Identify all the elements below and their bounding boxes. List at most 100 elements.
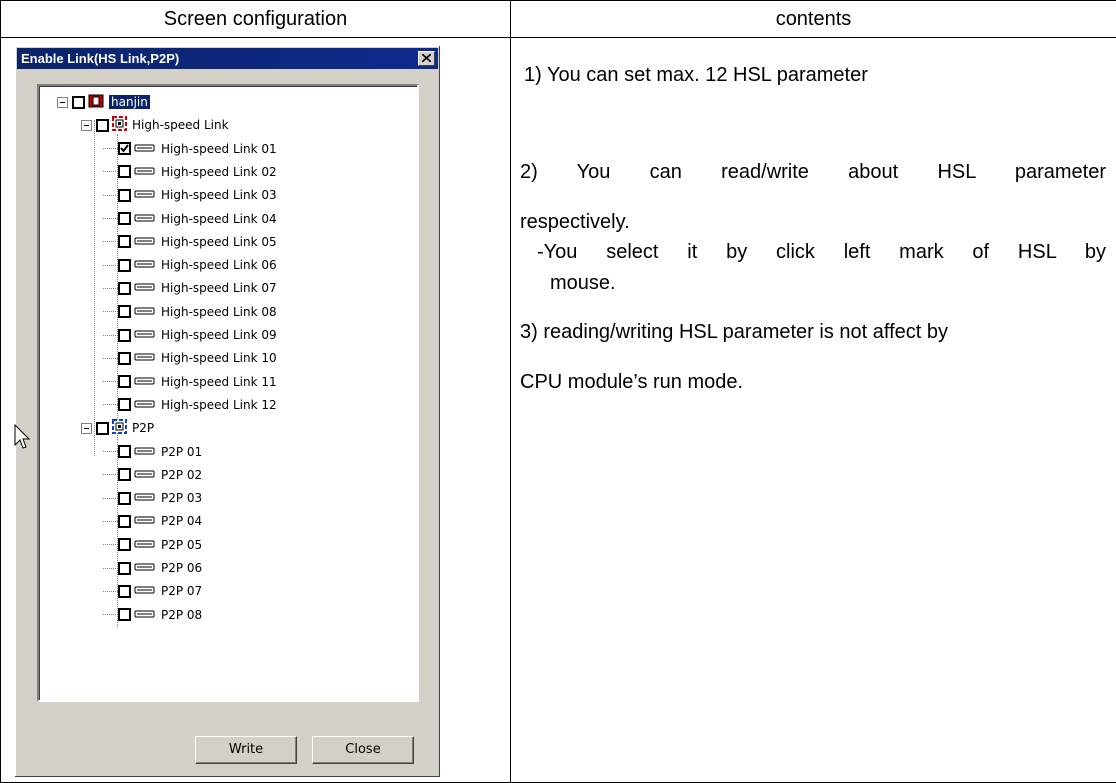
tree-item-hsl[interactable]: High-speed Link 11 <box>103 371 277 393</box>
link-icon <box>134 212 156 226</box>
checkbox[interactable] <box>118 584 131 598</box>
tree-item-hsl[interactable]: High-speed Link 05 <box>103 231 277 253</box>
tree-item-p2p-entry[interactable]: P2P 04 <box>103 510 202 532</box>
link-icon <box>134 491 156 505</box>
checkbox[interactable] <box>118 235 131 249</box>
tree-branch <box>103 544 118 546</box>
checkbox[interactable] <box>118 445 131 458</box>
tree-item-label: P2P 05 <box>161 537 203 552</box>
checkbox[interactable] <box>118 608 131 622</box>
checkbox[interactable] <box>118 468 131 482</box>
tree-branch <box>103 241 118 243</box>
tree-item-root[interactable]: hanjin <box>57 91 150 113</box>
link-icon <box>134 538 156 552</box>
tree-branch <box>103 404 118 406</box>
write-button[interactable]: Write <box>195 736 297 764</box>
checkbox[interactable] <box>118 328 131 342</box>
tree-item-label: hanjin <box>109 95 150 109</box>
link-icon <box>134 608 156 622</box>
tree-item-hsl[interactable]: High-speed Link 01 <box>103 138 277 160</box>
tree-branch <box>103 497 118 499</box>
contents-line-2c: -You select it by click left mark of HSL… <box>537 241 1106 263</box>
checkbox[interactable] <box>118 491 131 505</box>
tree-branch <box>103 194 118 196</box>
contents-line-1: 1) You can set max. 12 HSL parameter <box>524 64 868 86</box>
tree-branch <box>103 218 118 219</box>
tree-item-p2p-entry[interactable]: P2P 03 <box>103 487 202 509</box>
tree-item-p2p-entry[interactable]: P2P 01 <box>103 441 202 463</box>
tree-item-label: High-speed Link 12 <box>161 397 277 412</box>
tree-item-hsl[interactable]: High-speed Link 08 <box>103 301 277 323</box>
tree-branch <box>103 451 118 452</box>
tree-item-p2p-entry[interactable]: P2P 05 <box>103 534 202 556</box>
tree-item-label: High-speed Link 01 <box>161 141 277 156</box>
header-screen-configuration: Screen configuration <box>0 0 511 38</box>
link-icon <box>134 235 156 249</box>
checkbox-checked[interactable] <box>118 142 131 156</box>
checkbox[interactable] <box>118 375 131 389</box>
tree-branch <box>103 614 118 616</box>
tree-branch <box>103 474 118 476</box>
tree-item-p2p-entry[interactable]: P2P 06 <box>103 557 202 579</box>
tree-item-hsl[interactable]: High-speed Link 02 <box>103 161 277 183</box>
link-tree[interactable]: hanjin High-speed Link High-speed Link 01 H… <box>37 84 419 702</box>
mouse-pointer-icon <box>14 424 30 449</box>
tree-item-hsl[interactable]: High-speed Link 12 <box>103 394 277 416</box>
tree-item-high-speed-link[interactable]: High-speed Link <box>81 114 229 136</box>
close-button[interactable]: Close <box>312 736 414 764</box>
tree-branch <box>103 590 118 592</box>
checkbox[interactable] <box>96 118 109 132</box>
tree-item-hsl[interactable]: High-speed Link 03 <box>103 184 277 206</box>
tree-item-hsl[interactable]: High-speed Link 07 <box>103 277 277 299</box>
tree-item-hsl[interactable]: High-speed Link 06 <box>103 254 277 276</box>
tree-item-label: High-speed Link 11 <box>161 374 277 389</box>
link-icon <box>134 281 156 295</box>
tree-item-p2p-entry[interactable]: P2P 02 <box>103 464 202 486</box>
checkbox[interactable] <box>118 212 131 225</box>
contents-cell <box>510 37 1116 783</box>
checkbox[interactable] <box>118 538 131 552</box>
link-icon <box>134 165 156 179</box>
checkbox[interactable] <box>118 514 131 528</box>
contents-line-2d: mouse. <box>550 272 616 294</box>
tree-item-p2p-entry[interactable]: P2P 08 <box>103 604 202 626</box>
close-window-button[interactable] <box>418 51 435 66</box>
checkbox[interactable] <box>118 188 131 202</box>
tree-item-label: High-speed Link 08 <box>161 304 277 319</box>
tree-connector <box>94 120 95 456</box>
tree-branch <box>103 287 118 289</box>
contents-line-3b: CPU module’s run mode. <box>520 371 744 393</box>
collapse-icon[interactable] <box>81 119 92 131</box>
tree-item-label: P2P 07 <box>161 584 203 599</box>
tree-branch <box>103 264 118 266</box>
tree-item-hsl[interactable]: High-speed Link 10 <box>103 347 277 369</box>
tree-item-label: High-speed Link 07 <box>161 281 277 296</box>
link-icon <box>134 305 156 319</box>
tree-item-label: P2P 06 <box>161 561 203 575</box>
checkbox[interactable] <box>118 258 131 272</box>
dialog-title: Enable Link(HS Link,P2P) <box>21 51 180 66</box>
checkbox[interactable] <box>118 351 131 365</box>
tree-item-label: High-speed Link <box>132 118 229 133</box>
checkbox[interactable] <box>118 281 131 295</box>
tree-item-hsl[interactable]: High-speed Link 04 <box>103 208 277 230</box>
enable-link-dialog: Enable Link(HS Link,P2P) hanjin High-spee… <box>14 45 441 778</box>
tree-item-p2p[interactable]: P2P <box>81 417 154 439</box>
p2p-group-icon <box>112 419 127 437</box>
tree-branch <box>103 520 118 522</box>
checkbox[interactable] <box>96 421 109 435</box>
checkbox[interactable] <box>118 398 131 412</box>
checkbox[interactable] <box>118 165 131 179</box>
tree-item-label: P2P 02 <box>161 467 203 482</box>
tree-branch <box>103 357 118 359</box>
tree-item-p2p-entry[interactable]: P2P 07 <box>103 580 202 602</box>
collapse-icon[interactable] <box>81 422 92 434</box>
checkbox[interactable] <box>118 561 131 575</box>
tree-item-hsl[interactable]: High-speed Link 09 <box>103 324 277 346</box>
checkbox[interactable] <box>118 305 131 319</box>
contents-line-3a: 3) reading/writing HSL parameter is not … <box>520 321 948 343</box>
collapse-icon[interactable] <box>57 96 68 108</box>
close-icon <box>422 54 431 62</box>
checkbox[interactable] <box>72 95 85 109</box>
tree-item-label: High-speed Link 06 <box>161 258 277 273</box>
